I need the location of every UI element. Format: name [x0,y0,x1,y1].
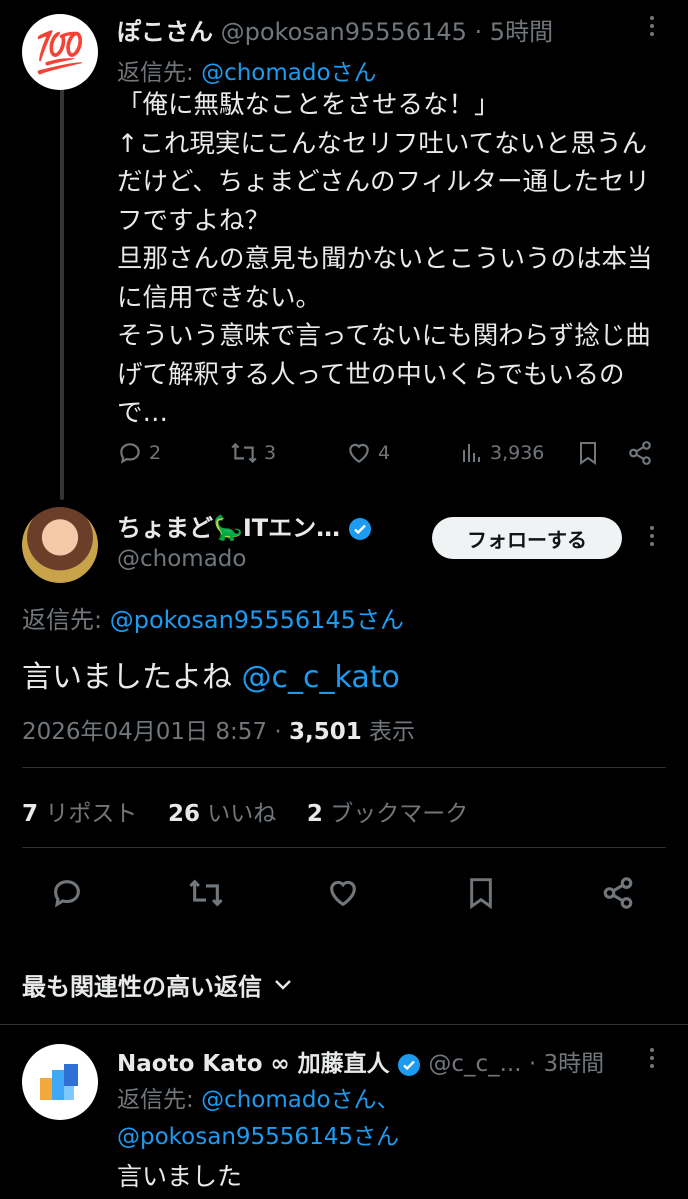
repost-button[interactable] [187,876,225,914]
tweet-meta: 2026年04月01日 8:57 · 3,501 表示 [22,719,416,745]
author-handle[interactable]: @pokosan95556145 [221,18,467,46]
share-icon [629,441,651,465]
author-name[interactable]: Naoto Kato ∞ 加藤直人 [117,1051,390,1077]
avatar[interactable] [22,1044,98,1120]
reply-to-line: 返信先: @pokosan95556145さん [22,606,404,634]
divider [22,767,666,768]
mention-link[interactable]: @c_c_kato [242,660,400,695]
timestamp[interactable]: 5時間 [490,18,553,46]
avatar[interactable]: 💯 [22,14,98,90]
reply-to-mention[interactable]: @pokosan95556145さん [110,606,404,634]
bookmark-button[interactable] [465,875,497,915]
author-name[interactable]: ちょまど🦕ITエン… [117,514,340,542]
reply-icon [120,443,140,464]
logo-icon [40,1064,78,1100]
timestamp[interactable]: 3時間 [543,1051,604,1077]
views-button[interactable]: 3,936 [460,440,544,466]
heart-icon [349,443,369,463]
likes-stat[interactable]: 26 いいね [168,801,276,827]
view-count: 3,501 [288,719,362,745]
heart-icon [330,880,356,907]
bookmark-button[interactable] [576,439,600,467]
tweet-text: 言いました [117,1162,243,1191]
author-name[interactable]: ぽこさん [117,18,213,46]
author-handle[interactable]: @chomado [117,546,246,572]
reply-to-line: 返信先: @chomadoさん [117,60,377,86]
author-handle[interactable]: @c_c_... [428,1051,521,1077]
bookmarks-stat[interactable]: 2 ブックマーク [307,801,468,827]
reply-button[interactable] [50,876,84,914]
engagement-stats: 7 リポスト 26 いいね 2 ブックマーク [22,794,468,828]
verified-badge-icon [348,518,371,540]
repost-icon [231,442,257,464]
verified-badge-icon [398,1053,420,1076]
reply-button[interactable]: 2 [117,440,161,466]
reposts-stat[interactable]: 7 リポスト [22,801,137,827]
tweet-text: 言いましたよね @c_c_kato [22,660,400,695]
tweet-header: Naoto Kato ∞ 加藤直人 @c_c_... · 3時間 [117,1051,605,1077]
reply-to-mention[interactable]: @chomadoさん、 [201,1087,399,1113]
thread-line [60,88,64,500]
more-options-icon[interactable] [650,526,656,546]
tweet-header: ちょまど🦕ITエン… [117,508,372,543]
reply-to-line: 返信先: @chomadoさん、 @pokosan95556145さん [117,1087,400,1150]
more-options-icon[interactable] [650,1048,656,1068]
avatar[interactable] [22,507,98,583]
share-button[interactable] [626,440,654,466]
reply-to-mention[interactable]: @pokosan95556145さん [117,1124,399,1150]
reply-to-mention[interactable]: @chomadoさん [201,60,376,86]
tweet-text: 「俺に無駄なことをさせるな！」 ↑これ現実にこんなセリフ吐いてないと思うんだけど… [117,90,653,428]
chevron-down-icon [275,979,291,990]
sort-replies-dropdown[interactable]: 最も関連性の高い返信 [22,967,292,1002]
follow-button[interactable]: フォローする [432,517,622,559]
tweet-header: ぽこさん @pokosan95556145 · 5時間 [117,18,554,46]
reply-icon [54,880,80,908]
more-options-icon[interactable] [650,16,656,36]
divider [0,1024,688,1025]
bookmark-icon [470,878,492,910]
chart-icon [463,444,480,462]
repost-icon [189,879,223,907]
hundred-emoji-icon: 💯 [35,29,85,76]
repost-button[interactable]: 3 [230,440,276,466]
share-icon [603,877,633,909]
timestamp[interactable]: 2026年04月01日 8:57 [22,719,267,745]
share-button[interactable] [601,876,635,914]
like-button[interactable]: 4 [346,440,390,466]
like-button[interactable] [326,876,360,914]
divider [22,847,666,848]
bookmark-icon [580,442,596,465]
